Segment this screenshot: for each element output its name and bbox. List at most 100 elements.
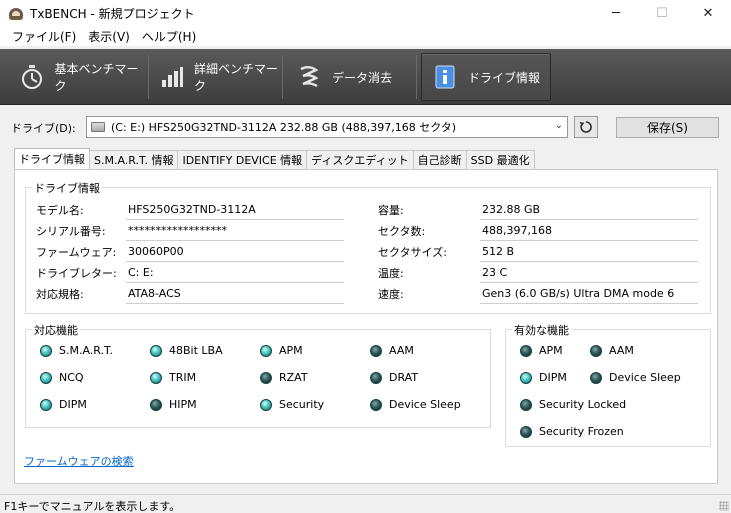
tab-identify-device[interactable]: IDENTIFY DEVICE 情報 — [177, 150, 308, 169]
feature-device-sleep: Device Sleep — [370, 398, 461, 411]
sector-size-value: 512 B — [480, 243, 698, 262]
sector-count-value: 488,397,168 — [480, 222, 698, 241]
temperature-label: 温度: — [378, 267, 404, 280]
status-led-icon — [590, 344, 602, 357]
maximize-button[interactable]: ☐ — [639, 0, 685, 26]
feature-trim: TRIM — [150, 371, 196, 384]
standard-label: 対応規格: — [36, 288, 84, 301]
status-text: F1キーでマニュアルを表示します。 — [4, 500, 181, 513]
stopwatch-icon — [20, 64, 45, 90]
hard-drive-icon — [91, 122, 105, 132]
status-led-icon — [40, 398, 52, 411]
tab-disk-edit[interactable]: ディスクエディット — [306, 150, 414, 169]
feature-48bit-lba: 48Bit LBA — [150, 344, 223, 357]
tab-drive-info[interactable]: ドライブ情報 — [14, 148, 90, 169]
drive-info-button[interactable]: ドライブ情報 — [421, 53, 551, 101]
status-led-icon — [370, 371, 382, 384]
feature-ncq: NCQ — [40, 371, 84, 384]
drive-select-value: (C: E:) HFS250G32TND-3112A 232.88 GB (48… — [111, 121, 457, 134]
model-label: モデル名: — [36, 204, 84, 217]
status-led-icon — [150, 344, 162, 357]
status-led-icon — [370, 398, 382, 411]
capacity-label: 容量: — [378, 204, 404, 217]
firmware-value: 30060P00 — [126, 243, 344, 262]
status-led-icon — [370, 344, 382, 357]
tab-smart-info[interactable]: S.M.A.R.T. 情報 — [89, 150, 179, 169]
standard-value: ATA8-ACS — [126, 285, 344, 304]
status-led-icon — [150, 371, 162, 384]
status-led-icon — [520, 398, 532, 411]
erase-icon — [296, 64, 322, 90]
menu-view[interactable]: 表示(V) — [82, 28, 136, 45]
drive-info-label: ドライブ情報 — [468, 70, 541, 85]
close-button[interactable]: ✕ — [685, 0, 731, 26]
capacity-value: 232.88 GB — [480, 201, 698, 220]
serial-label: シリアル番号: — [36, 225, 106, 238]
status-bar: F1キーでマニュアルを表示します。 — [0, 494, 731, 513]
refresh-icon — [579, 121, 592, 133]
toolbar: 基本ベンチマーク 詳細ベンチマーク データ消去 ドライブ情報 — [0, 49, 731, 105]
enabled-features-title: 有効な機能 — [512, 322, 571, 338]
sector-size-label: セクタサイズ: — [378, 246, 447, 259]
tab-self-test[interactable]: 自己診断 — [412, 150, 467, 169]
toolbar-separator — [148, 55, 149, 99]
firmware-search-link[interactable]: ファームウェアの検索 — [24, 453, 134, 469]
data-erase-button[interactable]: データ消去 — [296, 53, 406, 101]
enabled-dipm: DIPM — [520, 371, 567, 384]
status-led-icon — [40, 344, 52, 357]
enabled-aam: AAM — [590, 344, 634, 357]
feature-apm: APM — [260, 344, 303, 357]
status-led-icon — [150, 398, 162, 411]
model-value: HFS250G32TND-3112A — [126, 201, 344, 220]
speed-label: 速度: — [378, 288, 404, 301]
drive-select[interactable]: (C: E:) HFS250G32TND-3112A 232.88 GB (48… — [86, 116, 568, 138]
tab-strip: ドライブ情報 S.M.A.R.T. 情報 IDENTIFY DEVICE 情報 … — [14, 148, 535, 170]
supported-features-title: 対応機能 — [32, 322, 80, 338]
toolbar-separator — [282, 55, 283, 99]
firmware-label: ファームウェア: — [36, 246, 117, 259]
status-led-icon — [520, 344, 532, 357]
save-button[interactable]: 保存(S) — [616, 117, 719, 138]
feature-hipm: HIPM — [150, 398, 197, 411]
temperature-value: 23 C — [480, 264, 698, 283]
feature-security: Security — [260, 398, 324, 411]
basic-benchmark-label: 基本ベンチマーク — [54, 62, 139, 93]
serial-value: ****************** — [126, 222, 344, 241]
detailed-benchmark-label: 詳細ベンチマーク — [194, 62, 279, 93]
menu-file[interactable]: ファイル(F) — [6, 28, 82, 45]
title-bar: TxBENCH - 新規プロジェクト ─ ☐ ✕ — [0, 0, 731, 26]
window-controls: ─ ☐ ✕ — [593, 0, 731, 26]
enabled-device-sleep: Device Sleep — [590, 371, 681, 384]
chevron-down-icon: ⌄ — [554, 120, 563, 131]
status-led-icon — [520, 425, 532, 438]
speed-value: Gen3 (6.0 GB/s) Ultra DMA mode 6 — [480, 285, 698, 304]
toolbar-separator — [416, 55, 417, 99]
drive-info-icon — [432, 64, 458, 90]
enabled-security-frozen: Security Frozen — [520, 425, 624, 438]
status-led-icon — [520, 371, 532, 384]
window-title: TxBENCH - 新規プロジェクト — [30, 6, 195, 21]
refresh-button[interactable] — [574, 116, 598, 138]
basic-benchmark-button[interactable]: 基本ベンチマーク — [20, 53, 145, 101]
status-led-icon — [40, 371, 52, 384]
minimize-button[interactable]: ─ — [593, 0, 639, 26]
drive-letter-label: ドライブレター: — [36, 267, 117, 280]
status-led-icon — [590, 371, 602, 384]
feature-dipm: DIPM — [40, 398, 87, 411]
menu-help[interactable]: ヘルプ(H) — [136, 28, 202, 45]
sector-count-label: セクタ数: — [378, 225, 426, 238]
drive-letter-value: C: E: — [126, 264, 344, 283]
feature-aam: AAM — [370, 344, 414, 357]
feature-smart: S.M.A.R.T. — [40, 344, 113, 357]
app-icon — [8, 5, 24, 21]
resize-grip-icon[interactable] — [719, 501, 729, 511]
bar-chart-icon — [160, 64, 184, 90]
tab-ssd-optimize[interactable]: SSD 最適化 — [465, 150, 535, 169]
detailed-benchmark-button[interactable]: 詳細ベンチマーク — [160, 53, 278, 101]
status-led-icon — [260, 398, 272, 411]
status-led-icon — [260, 344, 272, 357]
enabled-apm: APM — [520, 344, 563, 357]
feature-drat: DRAT — [370, 371, 418, 384]
drive-info-group-title: ドライブ情報 — [32, 180, 102, 196]
feature-rzat: RZAT — [260, 371, 308, 384]
